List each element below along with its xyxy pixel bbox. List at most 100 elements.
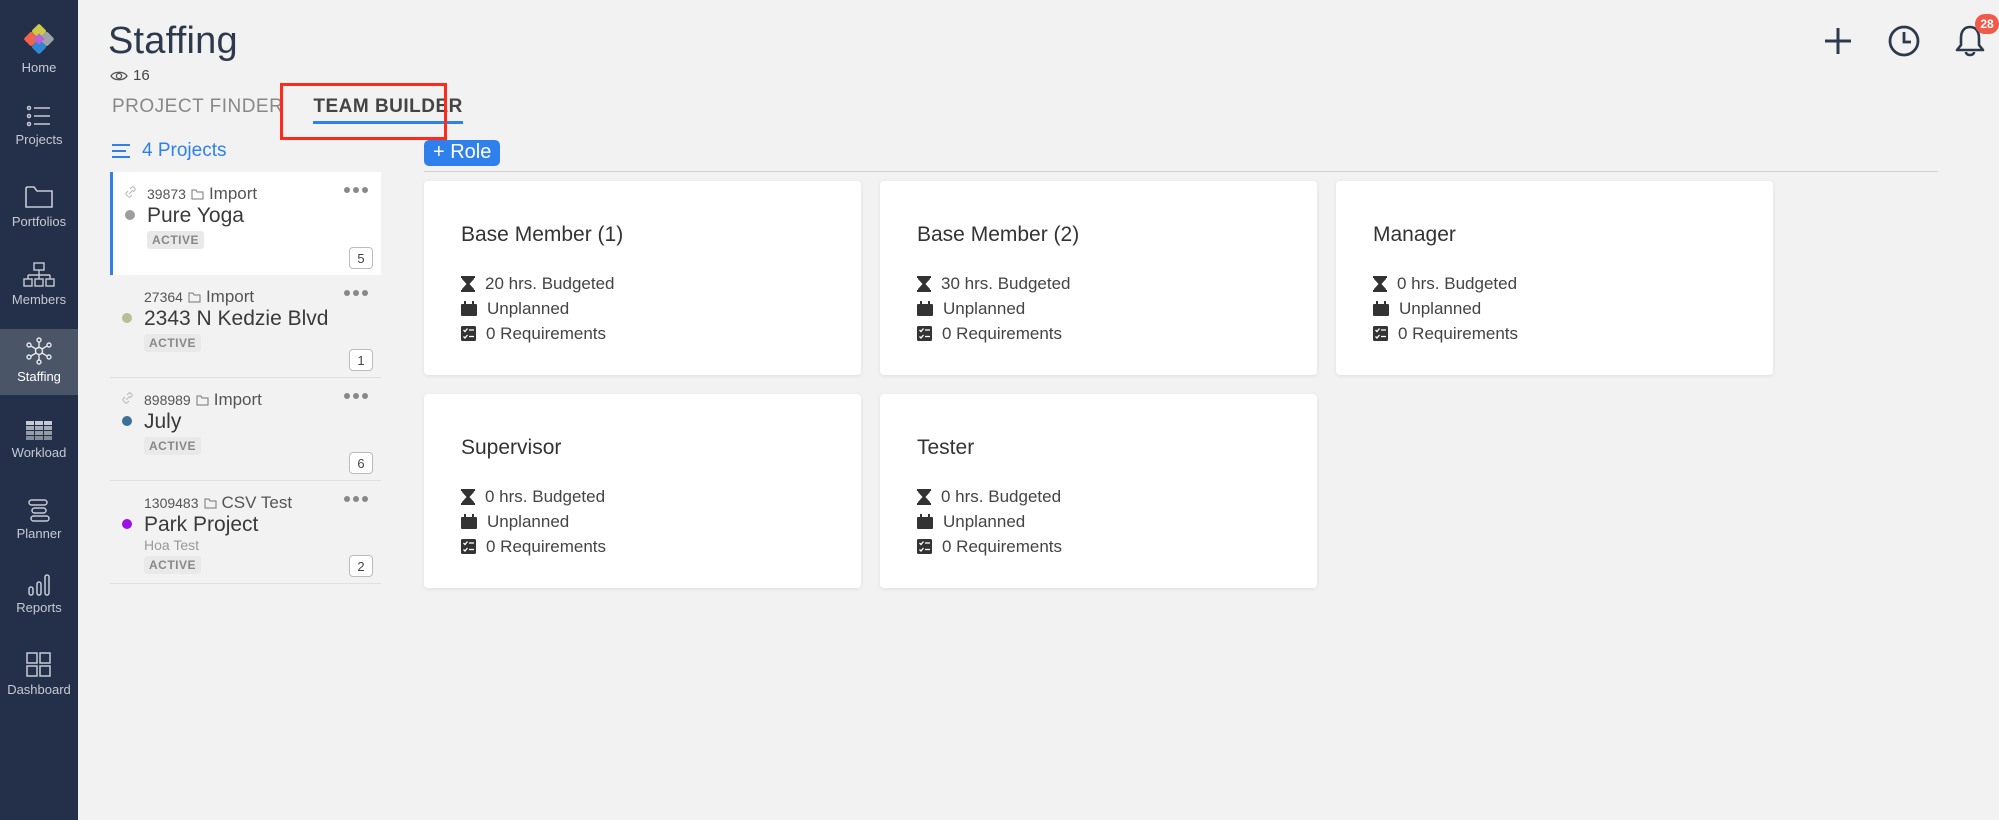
sidebar-item-dashboard[interactable]: Dashboard [0, 652, 78, 697]
project-card[interactable]: 27364 Import 2343 N Kedzie Blvd ACTIVE 1 [110, 275, 381, 378]
sidebar: Home Projects Portfolios Members Staffin… [0, 0, 78, 820]
role-card[interactable]: Supervisor 0 hrs. Budgeted Unplanned 0 R… [424, 394, 861, 588]
checklist-icon [917, 539, 932, 554]
role-budget-value: 30 hrs. Budgeted [941, 273, 1071, 293]
project-name: Pure Yoga [147, 204, 244, 227]
sidebar-label: Portfolios [11, 214, 67, 229]
role-budget: 0 hrs. Budgeted [1373, 271, 1773, 296]
checklist-icon [1373, 326, 1388, 341]
status-badge: ACTIVE [144, 334, 202, 352]
project-role-count: 2 [349, 555, 373, 577]
sidebar-label: Staffing [17, 369, 61, 384]
role-title: Manager [1373, 223, 1456, 246]
notification-badge: 28 [1975, 14, 1999, 34]
more-options-icon[interactable] [343, 392, 369, 400]
checklist-icon [461, 539, 476, 554]
history-button[interactable] [1885, 22, 1923, 60]
folder-icon [25, 186, 53, 208]
sidebar-label: Home [21, 60, 57, 75]
role-requirements-value: 0 Requirements [486, 536, 607, 556]
sidebar-item-planner[interactable]: Planner [0, 498, 78, 541]
link-icon [122, 392, 133, 404]
logo-icon [24, 24, 54, 54]
page-title: Staffing [108, 20, 238, 62]
role-budget-value: 0 hrs. Budgeted [485, 486, 606, 506]
sidebar-item-reports[interactable]: Reports [0, 574, 78, 615]
calendar-icon [917, 301, 933, 316]
projects-toggle[interactable]: 4 Projects [112, 140, 226, 162]
calendar-icon [461, 514, 477, 529]
role-plan: Unplanned [917, 296, 1317, 321]
add-button[interactable] [1819, 22, 1857, 60]
checklist-icon [461, 326, 476, 341]
sidebar-item-members[interactable]: Members [0, 262, 78, 307]
sidebar-item-staffing[interactable]: Staffing [0, 329, 78, 395]
more-options-icon[interactable] [343, 289, 369, 297]
project-color-dot [122, 313, 132, 323]
role-plan: Unplanned [1373, 296, 1773, 321]
status-badge: ACTIVE [147, 231, 205, 249]
project-id: 27364 [144, 289, 183, 305]
eye-icon [110, 71, 128, 80]
hourglass-icon [461, 275, 475, 292]
project-color-dot [122, 519, 132, 529]
role-requirements: 0 Requirements [917, 321, 1317, 346]
project-folder: Import [205, 287, 255, 306]
role-plan-value: Unplanned [943, 511, 1026, 531]
sidebar-item-projects[interactable]: Projects [0, 104, 78, 147]
role-title: Tester [917, 436, 975, 459]
role-title: Base Member (1) [461, 223, 624, 246]
project-color-dot [125, 210, 135, 220]
role-plan-value: Unplanned [487, 511, 570, 531]
viewer-count: 16 [110, 67, 150, 84]
checklist-icon [917, 326, 932, 341]
project-card[interactable]: 1309483 CSV Test Park Project Hoa Test A… [110, 481, 381, 584]
org-chart-icon [23, 262, 55, 287]
sidebar-item-portfolios[interactable]: Portfolios [0, 184, 78, 229]
role-title: Supervisor [461, 436, 562, 459]
role-card[interactable]: Tester 0 hrs. Budgeted Unplanned 0 Requi… [880, 394, 1317, 588]
role-plan-value: Unplanned [487, 298, 570, 318]
hourglass-icon [1373, 275, 1387, 292]
role-plan-value: Unplanned [1399, 298, 1482, 318]
divider [424, 171, 1938, 172]
tab-project-finder[interactable]: PROJECT FINDER [112, 96, 283, 124]
role-card[interactable]: Base Member (1) 20 hrs. Budgeted Unplann… [424, 181, 861, 375]
sidebar-item-workload[interactable]: Workload [0, 421, 78, 460]
project-id: 39873 [147, 186, 186, 202]
role-requirements-value: 0 Requirements [942, 323, 1063, 343]
tab-team-builder[interactable]: TEAM BUILDER [313, 96, 463, 124]
project-card[interactable]: 39873 Import Pure Yoga ACTIVE 5 [110, 172, 381, 275]
role-budget: 0 hrs. Budgeted [461, 484, 861, 509]
more-options-icon[interactable] [343, 495, 369, 503]
role-plan: Unplanned [461, 509, 861, 534]
project-name: 2343 N Kedzie Blvd [144, 307, 329, 330]
role-budget-value: 0 hrs. Budgeted [1397, 273, 1518, 293]
sidebar-label: Members [11, 292, 67, 307]
project-card[interactable]: 898989 Import July ACTIVE 6 [110, 378, 381, 481]
top-actions: 28 [1819, 14, 1999, 60]
role-plan: Unplanned [917, 509, 1317, 534]
role-budget: 0 hrs. Budgeted [917, 484, 1317, 509]
role-requirements: 0 Requirements [461, 534, 861, 559]
add-role-button[interactable]: + Role [424, 140, 501, 166]
role-card[interactable]: Base Member (2) 30 hrs. Budgeted Unplann… [880, 181, 1317, 375]
projects-count: 4 Projects [142, 140, 227, 161]
sidebar-label: Dashboard [7, 682, 71, 697]
calendar-icon [461, 301, 477, 316]
project-role-count: 5 [349, 247, 373, 269]
clock-icon [1888, 25, 1920, 57]
role-card[interactable]: Manager 0 hrs. Budgeted Unplanned 0 Requ… [1336, 181, 1773, 375]
folder-icon [204, 498, 217, 508]
sidebar-item-home[interactable]: Home [0, 22, 78, 82]
list-icon [26, 105, 50, 127]
more-options-icon[interactable] [343, 186, 369, 194]
dashboard-icon [26, 652, 51, 677]
notifications-button[interactable]: 28 [1951, 14, 1999, 60]
menu-icon [112, 144, 130, 158]
role-requirements-value: 0 Requirements [486, 323, 607, 343]
project-subtitle: Hoa Test [144, 537, 199, 553]
calendar-icon [1373, 301, 1389, 316]
role-requirements: 0 Requirements [917, 534, 1317, 559]
status-badge: ACTIVE [144, 556, 202, 574]
